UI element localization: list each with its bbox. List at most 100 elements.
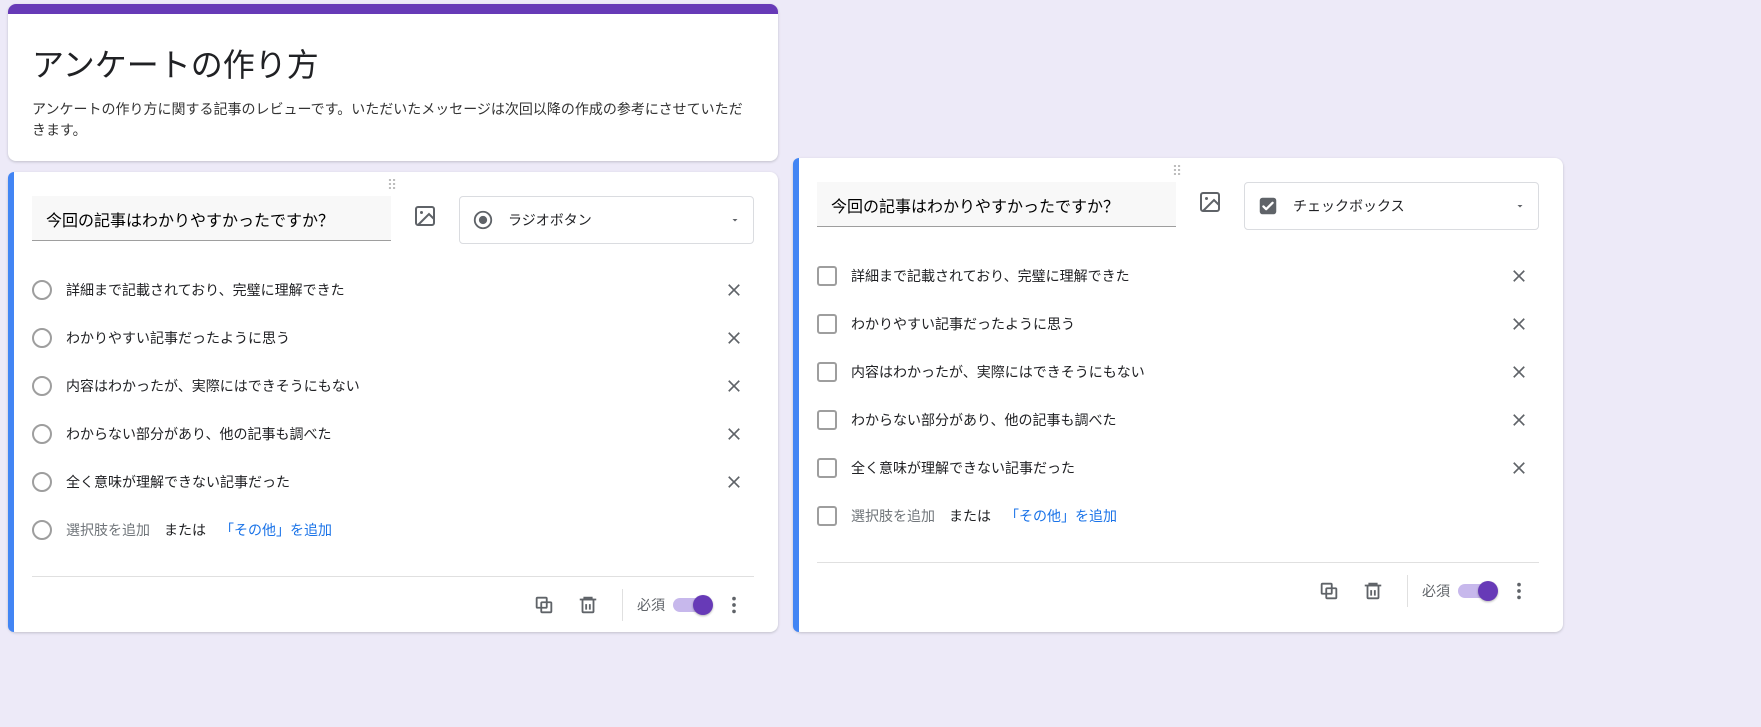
checkbox-marker-icon [817, 266, 837, 286]
radio-marker-icon [32, 424, 52, 444]
option-input[interactable] [66, 374, 700, 398]
add-other-link[interactable]: 「その他」を追加 [220, 520, 332, 540]
option-input[interactable] [66, 326, 700, 350]
checkbox-marker-icon [817, 410, 837, 430]
remove-option-button[interactable] [714, 270, 754, 310]
more-vert-icon [723, 594, 745, 616]
remove-option-button[interactable] [714, 366, 754, 406]
chevron-down-icon [729, 214, 741, 226]
trash-icon [1362, 580, 1384, 602]
option-input[interactable] [66, 422, 700, 446]
option-input[interactable] [851, 360, 1485, 384]
option-input[interactable] [851, 408, 1485, 432]
question-type-select[interactable]: チェックボックス [1244, 182, 1539, 230]
header-accent-bar [8, 4, 778, 14]
form-header-card: アンケートの作り方 アンケートの作り方に関する記事のレビューです。いただいたメッ… [8, 4, 778, 161]
duplicate-button[interactable] [1309, 571, 1349, 611]
checkbox-marker-icon [817, 314, 837, 334]
add-option-row: 選択肢を追加 または 「その他」を追加 [32, 506, 754, 554]
option-input[interactable] [851, 456, 1485, 480]
toggle-knob [1478, 581, 1498, 601]
radio-marker-icon [32, 472, 52, 492]
radio-marker-icon [32, 280, 52, 300]
question-title-input[interactable] [817, 182, 1176, 227]
copy-icon [1318, 580, 1340, 602]
toggle-knob [693, 595, 713, 615]
close-icon [1509, 410, 1529, 430]
remove-option-button[interactable] [714, 318, 754, 358]
option-input[interactable] [66, 278, 700, 302]
image-icon [413, 204, 437, 228]
chevron-down-icon [1514, 200, 1526, 212]
checkbox-marker-icon [817, 458, 837, 478]
more-vert-icon [1508, 580, 1530, 602]
option-row [817, 396, 1539, 444]
close-icon [724, 472, 744, 492]
close-icon [724, 328, 744, 348]
image-icon [1198, 190, 1222, 214]
close-icon [1509, 362, 1529, 382]
add-other-link[interactable]: 「その他」を追加 [1005, 506, 1117, 526]
radio-marker-icon [32, 520, 52, 540]
question-title-input[interactable] [32, 196, 391, 241]
selected-indicator [793, 158, 799, 632]
drag-handle-icon[interactable]: ⠿ [1172, 164, 1184, 180]
drag-handle-icon[interactable]: ⠿ [387, 178, 399, 194]
close-icon [1509, 458, 1529, 478]
add-option-placeholder[interactable]: 選択肢を追加 [66, 520, 150, 540]
option-row [817, 444, 1539, 492]
close-icon [724, 424, 744, 444]
remove-option-button[interactable] [714, 462, 754, 502]
copy-icon [533, 594, 555, 616]
add-option-row: 選択肢を追加 または 「その他」を追加 [817, 492, 1539, 540]
option-row [817, 348, 1539, 396]
question-footer: 必須 [817, 563, 1539, 619]
add-image-button[interactable] [405, 196, 445, 236]
form-title[interactable]: アンケートの作り方 [32, 40, 754, 86]
remove-option-button[interactable] [1499, 448, 1539, 488]
required-toggle[interactable] [1458, 584, 1495, 598]
question-footer: 必須 [32, 577, 754, 633]
options-list: 選択肢を追加 または 「その他」を追加 [32, 266, 754, 554]
option-row [32, 362, 754, 410]
checkbox-marker-icon [817, 362, 837, 382]
form-description[interactable]: アンケートの作り方に関する記事のレビューです。いただいたメッセージは次回以降の作… [32, 100, 754, 142]
option-row [32, 458, 754, 506]
radio-icon [472, 209, 494, 231]
trash-icon [577, 594, 599, 616]
radio-marker-icon [32, 376, 52, 396]
option-input[interactable] [851, 264, 1485, 288]
add-option-placeholder[interactable]: 選択肢を追加 [851, 506, 935, 526]
more-options-button[interactable] [714, 585, 754, 625]
more-options-button[interactable] [1499, 571, 1539, 611]
radio-marker-icon [32, 328, 52, 348]
required-toggle[interactable] [673, 598, 710, 612]
close-icon [724, 376, 744, 396]
option-row [817, 252, 1539, 300]
add-option-or: または [949, 506, 991, 526]
question-type-label: チェックボックス [1293, 196, 1500, 216]
close-icon [1509, 314, 1529, 334]
option-input[interactable] [851, 312, 1485, 336]
options-list: 選択肢を追加 または 「その他」を追加 [817, 252, 1539, 540]
divider [1407, 575, 1408, 607]
question-type-label: ラジオボタン [508, 210, 715, 230]
close-icon [724, 280, 744, 300]
question-card-radio: ⠿ ラジオボタン [8, 172, 778, 632]
delete-button[interactable] [1353, 571, 1393, 611]
remove-option-button[interactable] [1499, 256, 1539, 296]
duplicate-button[interactable] [524, 585, 564, 625]
delete-button[interactable] [568, 585, 608, 625]
remove-option-button[interactable] [1499, 400, 1539, 440]
required-label: 必須 [1422, 581, 1450, 601]
required-label: 必須 [637, 595, 665, 615]
remove-option-button[interactable] [714, 414, 754, 454]
remove-option-button[interactable] [1499, 352, 1539, 392]
checkbox-checked-icon [1257, 195, 1279, 217]
remove-option-button[interactable] [1499, 304, 1539, 344]
question-card-checkbox: ⠿ チェックボックス [793, 158, 1563, 632]
add-image-button[interactable] [1190, 182, 1230, 222]
option-input[interactable] [66, 470, 700, 494]
question-type-select[interactable]: ラジオボタン [459, 196, 754, 244]
selected-indicator [8, 172, 14, 632]
